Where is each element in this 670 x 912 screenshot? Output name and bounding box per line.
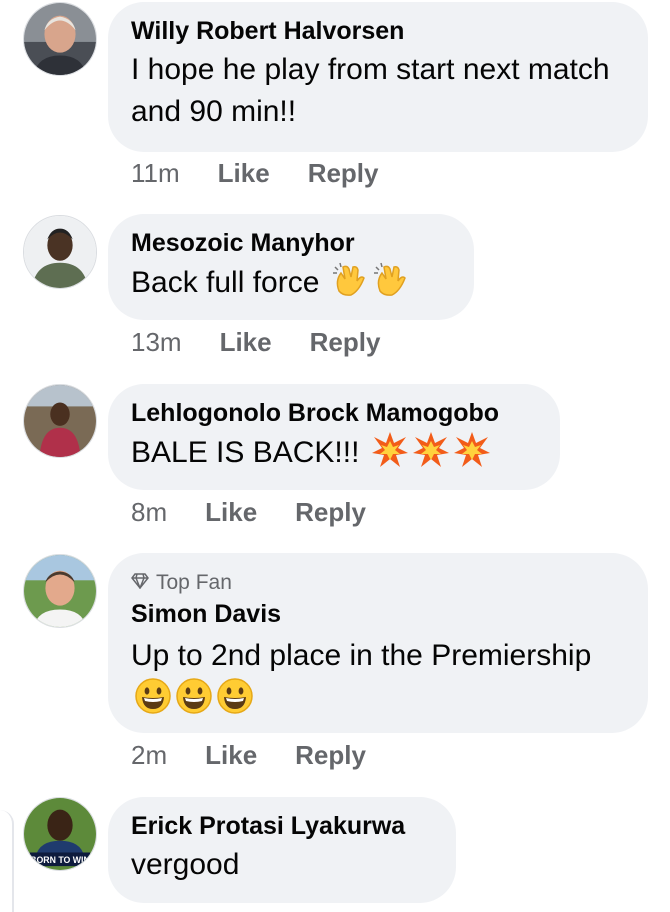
comment-text: Up to 2nd place in the Premiership [131,635,624,720]
avatar[interactable] [23,554,97,628]
comment-actions: 13m Like Reply [131,327,418,358]
comment-actions: 8m Like Reply [131,497,404,528]
diamond-icon [131,570,149,596]
collision-icon [453,431,491,469]
avatar[interactable] [23,384,97,458]
comment-timestamp[interactable]: 2m [131,740,167,771]
reply-button[interactable]: Reply [295,497,366,528]
comment-author[interactable]: Erick Protasi Lyakurwa [131,811,432,841]
reply-button[interactable]: Reply [295,740,366,771]
comment-author[interactable]: Lehlogonolo Brock Mamogobo [131,398,536,428]
comment-timestamp[interactable]: 11m [131,158,180,189]
comment-author[interactable]: Simon Davis [131,599,624,629]
like-button[interactable]: Like [218,158,270,189]
comment-text-content: Back full force [131,266,320,299]
reply-thread-line [0,810,14,912]
avatar[interactable] [23,2,97,76]
comment-text-content: BALE IS BACK!!! [131,436,360,469]
comment-actions: 2m Like Reply [131,740,404,771]
comment-bubble: Top Fan Simon Davis Up to 2nd place in t… [108,553,648,733]
avatar[interactable] [23,215,97,289]
comment-author[interactable]: Willy Robert Halvorsen [131,16,624,46]
comment-timestamp[interactable]: 8m [131,497,167,528]
reply-button[interactable]: Reply [310,327,381,358]
collision-icon [412,431,450,469]
grinning-face-icon [134,677,172,715]
like-button[interactable]: Like [205,740,257,771]
reply-button[interactable]: Reply [308,158,379,189]
grinning-face-icon [216,677,254,715]
clapping-hands-icon [372,261,410,299]
clapping-hands-icon [331,261,369,299]
comment-actions: 11m Like Reply [131,158,417,189]
comment-bubble: Lehlogonolo Brock Mamogobo BALE IS BACK!… [108,384,560,490]
avatar-caption: BORN TO WIN [30,855,90,865]
comment-text: BALE IS BACK!!! [131,431,536,474]
comment-bubble: Erick Protasi Lyakurwa vergood [108,797,456,903]
top-fan-label: Top Fan [156,571,232,594]
grinning-face-icon [175,677,213,715]
comment-text-content: Up to 2nd place in the Premiership [131,639,592,672]
collision-icon [371,431,409,469]
comment-bubble: Willy Robert Halvorsen I hope he play fr… [108,2,648,152]
comment-text: I hope he play from start next match and… [131,53,610,128]
comment-author[interactable]: Mesozoic Manyhor [131,228,450,258]
comment-timestamp[interactable]: 13m [131,327,182,358]
avatar[interactable]: BORN TO WIN [23,797,97,871]
comment-bubble: Mesozoic Manyhor Back full force [108,214,474,320]
like-button[interactable]: Like [205,497,257,528]
comment-text: Back full force [131,261,450,304]
like-button[interactable]: Like [220,327,272,358]
comment-text: vergood [131,848,240,881]
top-fan-badge: Top Fan [131,570,624,596]
